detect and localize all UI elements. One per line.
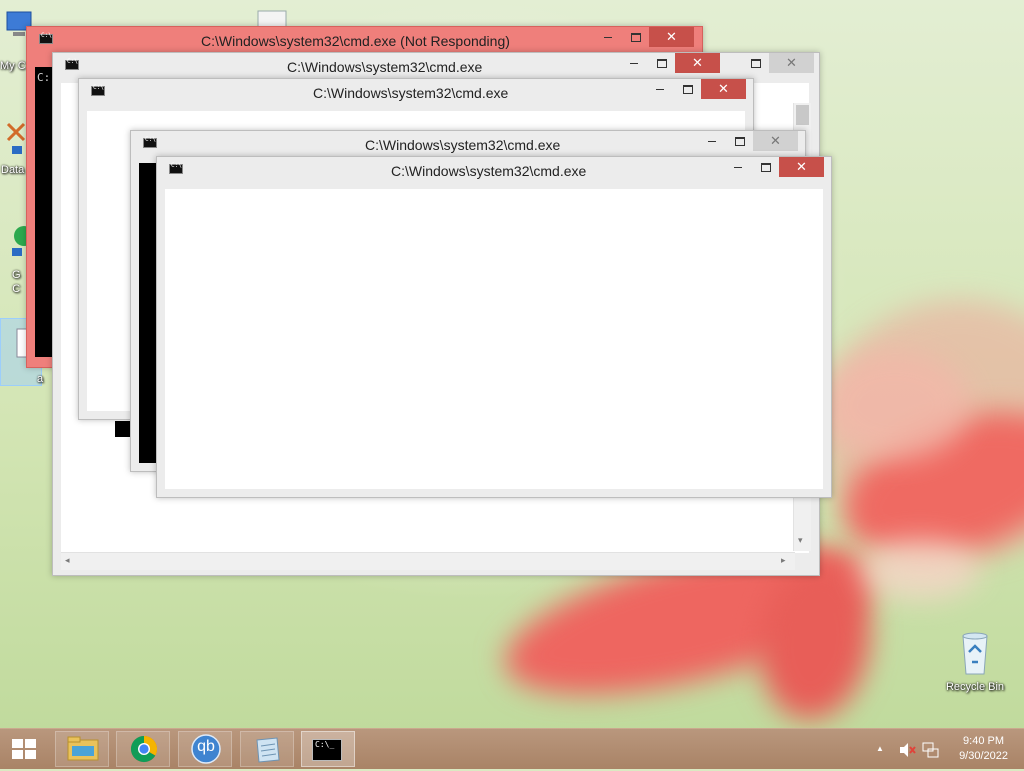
cmd-icon [91,84,105,96]
console-prompt: C: [37,71,51,84]
console-area[interactable] [139,163,157,463]
cmd-window-active[interactable]: C:\Windows\system32\cmd.exe ✕ [156,156,832,498]
window-title: C:\Windows\system32\cmd.exe [391,163,587,179]
qbittorrent-label: qb [197,738,215,755]
cmd-icon: C:\_ [312,739,342,761]
maximize-button[interactable] [675,79,701,99]
taskbar-notepad[interactable] [240,731,294,767]
taskbar-file-explorer[interactable] [55,731,109,767]
desktop-icon-label: My C [0,60,26,72]
cmd-icon [169,162,183,174]
close-button[interactable]: ✕ [779,157,824,177]
window-titlebar[interactable]: C:\Windows\system32\cmd.exe (Not Respond… [27,27,702,53]
window-titlebar[interactable]: C:\Windows\system32\cmd.exe ✕ [157,157,831,183]
scroll-right-arrow[interactable]: ▸ [781,555,786,566]
maximize-button[interactable] [727,131,753,151]
scroll-left-arrow[interactable]: ◂ [65,555,70,566]
close-button[interactable]: ✕ [753,131,798,151]
window-titlebar[interactable]: C:\Windows\system32\cmd.exe ✕ ✕ [53,53,819,79]
clock-date: 9/30/2022 [959,750,1008,762]
windows-logo-icon [12,739,36,759]
desktop-icon-label: a [37,373,44,385]
taskbar-command-prompt[interactable]: C:\_ [301,731,355,767]
window-titlebar[interactable]: C:\Windows\system32\cmd.exe ✕ [79,79,753,105]
window-title: C:\Windows\system32\cmd.exe (Not Respond… [201,33,510,49]
window-titlebar[interactable]: C:\Windows\system32\cmd.exe ✕ [131,131,805,157]
desktop-icon-label: Data [1,164,25,176]
scroll-down-arrow[interactable]: ▾ [798,535,803,546]
close-button[interactable]: ✕ [675,53,720,73]
start-button[interactable] [0,729,48,769]
cmd-icon-text: C:\_ [315,740,335,749]
console-area[interactable] [165,189,823,489]
cmd-icon [65,58,79,70]
cmd-icon [143,136,157,148]
clock-time: 9:40 PM [963,735,1005,747]
scroll-thumb[interactable] [796,105,809,125]
folder-icon [67,736,99,761]
window-title: C:\Windows\system32\cmd.exe [365,137,561,153]
minimize-button[interactable] [725,157,751,177]
recycle-bin-icon [962,632,988,675]
minimize-button[interactable] [595,27,621,47]
maximize-button-outer[interactable] [743,53,769,73]
taskbar: qb C:\_ ▲ 9:40 PM 9/30/2022 [0,728,1024,769]
taskbar-qbittorrent[interactable]: qb [178,731,232,767]
taskbar-clock[interactable]: 9:40 PM 9/30/2022 [959,734,1008,764]
desktop-icon-label: Recycle Bin [945,681,1005,693]
chrome-icon [130,735,158,763]
maximize-button[interactable] [623,27,649,47]
minimize-button[interactable] [699,131,725,151]
desktop-icon-recycle-bin[interactable]: Recycle Bin [940,630,1010,693]
horizontal-scrollbar[interactable]: ◂ ▸ [61,552,795,570]
show-hidden-icons-button[interactable]: ▲ [876,744,884,753]
taskbar-chrome[interactable] [116,731,170,767]
cmd-icon [39,32,53,44]
close-button[interactable]: ✕ [649,27,694,47]
close-button[interactable]: ✕ [701,79,746,99]
minimize-button[interactable] [647,79,673,99]
minimize-button[interactable] [621,53,647,73]
maximize-button[interactable] [649,53,675,73]
window-title: C:\Windows\system32\cmd.exe [287,59,483,75]
maximize-button[interactable] [753,157,779,177]
close-button-outer[interactable]: ✕ [769,53,814,73]
network-icon[interactable] [922,741,940,759]
window-title: C:\Windows\system32\cmd.exe [313,85,509,101]
volume-muted-icon[interactable] [898,741,916,759]
desktop-icon-label: G C [12,269,21,295]
notepad-icon [256,737,280,763]
cursor-block [115,421,131,437]
